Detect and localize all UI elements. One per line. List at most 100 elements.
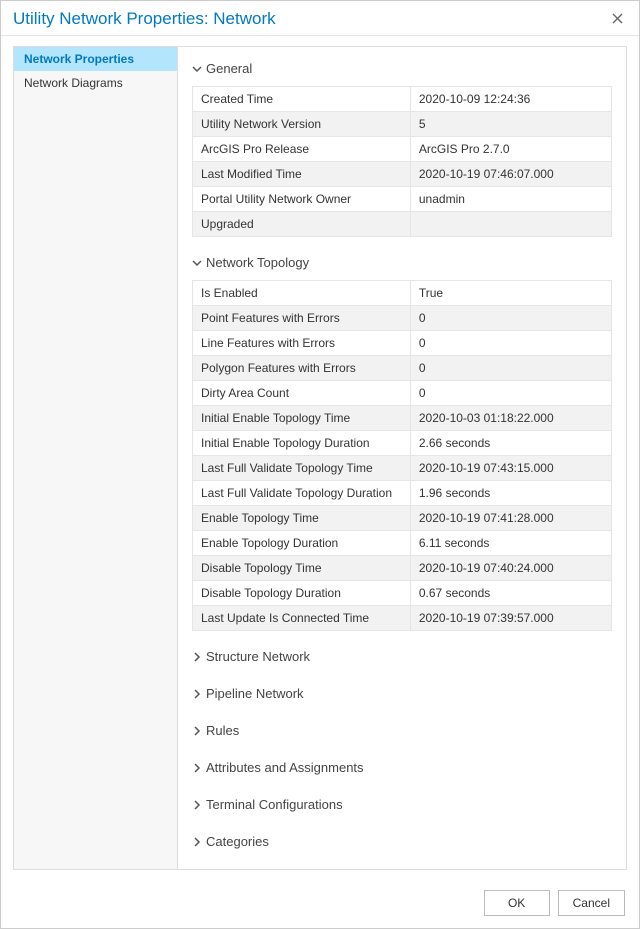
main: Network Properties Network Diagrams Gener… (1, 36, 639, 880)
section-header-structure-network[interactable]: Structure Network (192, 645, 612, 668)
property-value: 2020-10-19 07:46:07.000 (410, 162, 611, 187)
chevron-right-icon (192, 800, 202, 810)
property-name: Polygon Features with Errors (193, 356, 411, 381)
table-row: Initial Enable Topology Time2020-10-03 0… (193, 406, 612, 431)
property-name: Point Features with Errors (193, 306, 411, 331)
property-name: Created Time (193, 87, 411, 112)
property-value: 2020-10-19 07:41:28.000 (410, 506, 611, 531)
section-title: Rules (206, 723, 239, 738)
table-row: Initial Enable Topology Duration2.66 sec… (193, 431, 612, 456)
table-row: ArcGIS Pro ReleaseArcGIS Pro 2.7.0 (193, 137, 612, 162)
table-row: Disable Topology Time2020-10-19 07:40:24… (193, 556, 612, 581)
property-name: Enable Topology Duration (193, 531, 411, 556)
property-value: ArcGIS Pro 2.7.0 (410, 137, 611, 162)
property-name: Disable Topology Duration (193, 581, 411, 606)
table-row: Dirty Area Count0 (193, 381, 612, 406)
property-value (410, 212, 611, 237)
property-name: Line Features with Errors (193, 331, 411, 356)
property-value: 2020-10-09 12:24:36 (410, 87, 611, 112)
property-name: Last Full Validate Topology Time (193, 456, 411, 481)
footer: OK Cancel (1, 880, 639, 928)
chevron-right-icon (192, 763, 202, 773)
property-value: 2020-10-19 07:40:24.000 (410, 556, 611, 581)
property-name: Last Full Validate Topology Duration (193, 481, 411, 506)
chevron-down-icon (192, 64, 202, 74)
property-name: Enable Topology Time (193, 506, 411, 531)
chevron-right-icon (192, 689, 202, 699)
table-row: Created Time2020-10-09 12:24:36 (193, 87, 612, 112)
section-structure-network: Structure Network (192, 645, 612, 668)
table-row: Polygon Features with Errors0 (193, 356, 612, 381)
section-title: Attributes and Assignments (206, 760, 364, 775)
chevron-right-icon (192, 652, 202, 662)
section-header-trace-configurations[interactable]: Trace Configurations (192, 867, 612, 870)
chevron-down-icon (192, 258, 202, 268)
table-row: Last Update Is Connected Time2020-10-19 … (193, 606, 612, 631)
property-value: 2020-10-19 07:43:15.000 (410, 456, 611, 481)
property-table-network-topology: Is EnabledTruePoint Features with Errors… (192, 280, 612, 631)
section-title: Network Topology (206, 255, 309, 270)
close-icon[interactable] (608, 11, 627, 27)
table-row: Utility Network Version5 (193, 112, 612, 137)
property-table-general: Created Time2020-10-09 12:24:36Utility N… (192, 86, 612, 237)
section-header-pipeline-network[interactable]: Pipeline Network (192, 682, 612, 705)
section-header-rules[interactable]: Rules (192, 719, 612, 742)
property-name: Disable Topology Time (193, 556, 411, 581)
table-row: Point Features with Errors0 (193, 306, 612, 331)
sidebar-item-network-properties[interactable]: Network Properties (14, 47, 177, 71)
section-header-terminal-configurations[interactable]: Terminal Configurations (192, 793, 612, 816)
titlebar: Utility Network Properties: Network (1, 1, 639, 36)
section-title: Structure Network (206, 649, 310, 664)
cancel-button[interactable]: Cancel (558, 890, 625, 916)
property-name: ArcGIS Pro Release (193, 137, 411, 162)
ok-button[interactable]: OK (484, 890, 550, 916)
property-name: Initial Enable Topology Duration (193, 431, 411, 456)
property-name: Upgraded (193, 212, 411, 237)
section-header-attributes-assignments[interactable]: Attributes and Assignments (192, 756, 612, 779)
section-terminal-configurations: Terminal Configurations (192, 793, 612, 816)
property-name: Portal Utility Network Owner (193, 187, 411, 212)
sidebar-item-network-diagrams[interactable]: Network Diagrams (14, 71, 177, 95)
section-header-general[interactable]: General (192, 57, 612, 80)
section-title: Categories (206, 834, 269, 849)
section-attributes-assignments: Attributes and Assignments (192, 756, 612, 779)
section-title: General (206, 61, 252, 76)
content-panel: General Created Time2020-10-09 12:24:36Ut… (178, 46, 627, 870)
sidebar-item-label: Network Properties (24, 52, 134, 66)
property-value: 1.96 seconds (410, 481, 611, 506)
property-value: True (410, 281, 611, 306)
property-name: Utility Network Version (193, 112, 411, 137)
property-value: 2.66 seconds (410, 431, 611, 456)
sidebar-item-label: Network Diagrams (24, 76, 123, 90)
property-value: 0.67 seconds (410, 581, 611, 606)
table-row: Enable Topology Duration6.11 seconds (193, 531, 612, 556)
section-general: General Created Time2020-10-09 12:24:36Ut… (192, 57, 612, 237)
section-header-network-topology[interactable]: Network Topology (192, 251, 612, 274)
property-name: Initial Enable Topology Time (193, 406, 411, 431)
property-value: 0 (410, 381, 611, 406)
table-row: Upgraded (193, 212, 612, 237)
table-row: Is EnabledTrue (193, 281, 612, 306)
sidebar: Network Properties Network Diagrams (13, 46, 178, 870)
property-name: Last Modified Time (193, 162, 411, 187)
chevron-right-icon (192, 837, 202, 847)
property-value: 6.11 seconds (410, 531, 611, 556)
section-pipeline-network: Pipeline Network (192, 682, 612, 705)
property-name: Dirty Area Count (193, 381, 411, 406)
property-value: 0 (410, 306, 611, 331)
table-row: Line Features with Errors0 (193, 331, 612, 356)
section-rules: Rules (192, 719, 612, 742)
property-name: Is Enabled (193, 281, 411, 306)
property-value: 2020-10-03 01:18:22.000 (410, 406, 611, 431)
table-row: Last Modified Time2020-10-19 07:46:07.00… (193, 162, 612, 187)
table-row: Last Full Validate Topology Duration1.96… (193, 481, 612, 506)
table-row: Last Full Validate Topology Time2020-10-… (193, 456, 612, 481)
section-trace-configurations: Trace Configurations (192, 867, 612, 870)
property-value: unadmin (410, 187, 611, 212)
section-categories: Categories (192, 830, 612, 853)
section-header-categories[interactable]: Categories (192, 830, 612, 853)
section-title: Terminal Configurations (206, 797, 343, 812)
table-row: Disable Topology Duration0.67 seconds (193, 581, 612, 606)
property-value: 0 (410, 356, 611, 381)
table-row: Enable Topology Time2020-10-19 07:41:28.… (193, 506, 612, 531)
